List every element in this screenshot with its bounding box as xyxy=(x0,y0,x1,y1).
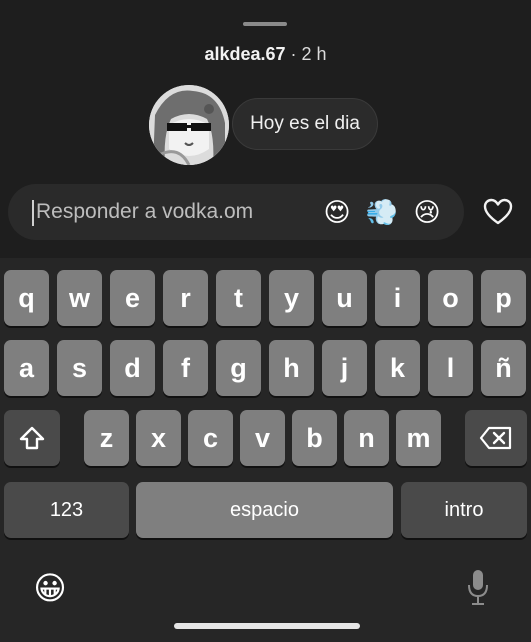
key-r[interactable]: r xyxy=(163,270,208,326)
reaction-dash[interactable]: 💨 xyxy=(365,195,399,229)
reaction-heart-eyes[interactable]: 😍 xyxy=(320,195,354,229)
key-u[interactable]: u xyxy=(322,270,367,326)
key-n[interactable]: n xyxy=(344,410,389,466)
text-caret xyxy=(32,200,34,226)
return-key[interactable]: intro xyxy=(401,482,527,538)
key-o[interactable]: o xyxy=(428,270,473,326)
keyboard: q w e r t y u i o p a s d f g h j k l ñ … xyxy=(0,258,531,642)
key-c[interactable]: c xyxy=(188,410,233,466)
key-g[interactable]: g xyxy=(216,340,261,396)
space-key[interactable]: espacio xyxy=(136,482,393,538)
key-h[interactable]: h xyxy=(269,340,314,396)
numbers-key[interactable]: 123 xyxy=(4,482,129,538)
reply-placeholder: Responder a vodka.om xyxy=(36,200,254,223)
reaction-crying[interactable]: 😢 xyxy=(410,195,444,229)
microphone-button[interactable] xyxy=(466,568,490,608)
key-f[interactable]: f xyxy=(163,340,208,396)
story-reply-sheet: alkdea.67 · 2 h Hoy es el dia Responder … xyxy=(0,0,531,258)
key-p[interactable]: p xyxy=(481,270,526,326)
microphone-icon xyxy=(468,570,488,605)
key-z[interactable]: z xyxy=(84,410,129,466)
key-m[interactable]: m xyxy=(396,410,441,466)
emoji-icon[interactable]: 😀 xyxy=(32,570,68,606)
post-time: · 2 h xyxy=(285,44,327,64)
backspace-icon xyxy=(479,426,512,450)
key-b[interactable]: b xyxy=(292,410,337,466)
key-w[interactable]: w xyxy=(57,270,102,326)
shift-key[interactable] xyxy=(4,410,60,466)
key-n-tilde[interactable]: ñ xyxy=(481,340,526,396)
key-t[interactable]: t xyxy=(216,270,261,326)
username[interactable]: alkdea.67 xyxy=(204,44,285,64)
key-j[interactable]: j xyxy=(322,340,367,396)
key-i[interactable]: i xyxy=(375,270,420,326)
home-indicator[interactable] xyxy=(174,623,360,629)
key-x[interactable]: x xyxy=(136,410,181,466)
story-reply-text: Hoy es el dia xyxy=(250,113,360,134)
key-s[interactable]: s xyxy=(57,340,102,396)
key-d[interactable]: d xyxy=(110,340,155,396)
backspace-key[interactable] xyxy=(465,410,527,466)
heart-icon xyxy=(483,198,513,225)
key-l[interactable]: l xyxy=(428,340,473,396)
story-reply-preview: Hoy es el dia xyxy=(232,98,378,150)
like-button[interactable] xyxy=(482,196,514,228)
key-a[interactable]: a xyxy=(4,340,49,396)
grab-handle[interactable] xyxy=(243,22,287,26)
key-e[interactable]: e xyxy=(110,270,155,326)
avatar-image xyxy=(149,85,229,165)
key-q[interactable]: q xyxy=(4,270,49,326)
avatar[interactable] xyxy=(149,85,229,165)
story-header: alkdea.67 · 2 h xyxy=(0,42,531,66)
key-v[interactable]: v xyxy=(240,410,285,466)
key-k[interactable]: k xyxy=(375,340,420,396)
key-y[interactable]: y xyxy=(269,270,314,326)
shift-icon xyxy=(19,426,45,450)
